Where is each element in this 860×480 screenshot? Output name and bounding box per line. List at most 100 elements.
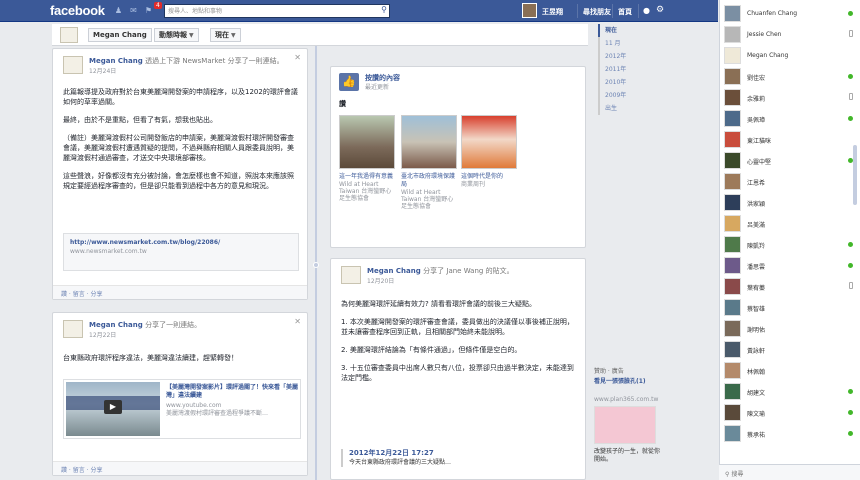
profile-name-button[interactable]: Megan Chang	[88, 28, 152, 42]
post-author-name[interactable]: Megan Chang	[367, 267, 421, 275]
post-timestamp[interactable]: 12月24日	[89, 66, 116, 75]
friend-requests-icon[interactable]: ♟	[114, 6, 123, 15]
chat-friend-row[interactable]: 林佩翰	[720, 360, 860, 382]
play-icon[interactable]: ▶	[104, 400, 122, 414]
avatar	[724, 404, 741, 421]
liked-page-name[interactable]: 臺北市政府環境保護局	[401, 173, 457, 189]
liked-page-image[interactable]	[401, 115, 457, 169]
chat-friend-name: 陳文瑜	[747, 411, 766, 418]
chat-friend-row[interactable]: 江恩希	[720, 171, 860, 193]
liked-page-name[interactable]: 這個時代是你的	[461, 173, 517, 181]
avatar	[724, 257, 741, 274]
chat-friend-row[interactable]: 陳凱羚	[720, 234, 860, 256]
post-author-avatar[interactable]	[341, 266, 361, 284]
chat-friend-row[interactable]: 余雅莉	[720, 87, 860, 109]
post-actions[interactable]: 讚 · 留言 · 分享	[53, 461, 307, 475]
profile-thumbnail[interactable]	[60, 27, 78, 43]
chat-friend-row[interactable]: Jessie Chen	[720, 24, 860, 46]
liked-page-image[interactable]	[461, 115, 517, 169]
ad-image[interactable]	[594, 406, 656, 444]
liked-page-image[interactable]	[339, 115, 395, 169]
chat-friend-row[interactable]: 胡建文	[720, 381, 860, 403]
chat-friend-row[interactable]: 蔡承祐	[720, 423, 860, 445]
post-paragraph: 這些聲浪，好像都沒有充分被討論，會怎麼樣也會不知道，照說本來應該照規定要經過程序…	[63, 172, 294, 190]
online-status-icon	[848, 74, 853, 79]
post-author-avatar[interactable]	[63, 56, 83, 74]
post-action-text: 分享了一則連結。	[145, 321, 202, 329]
chat-friend-row[interactable]: 劉佳宏	[720, 66, 860, 88]
ad-host: www.plan365.com.tw	[594, 396, 659, 403]
year-nav-item[interactable]: 11 月	[598, 37, 644, 50]
quote-date[interactable]: 2012年12月22日 17:27	[349, 449, 577, 458]
video-host-name: www.youtube.com	[166, 402, 222, 409]
post-author-name[interactable]: Megan Chang	[89, 321, 143, 329]
post-author-line: Megan Chang 分享了 Jane Wang 的貼文。	[367, 266, 514, 276]
now-dropdown-button[interactable]: 現在 ▼	[210, 28, 241, 42]
video-thumbnail[interactable]: ▶	[66, 382, 160, 436]
find-friends-link[interactable]: 尋找朋友	[583, 7, 611, 17]
chat-scrollbar[interactable]	[853, 145, 857, 205]
chat-friend-row[interactable]: 洪家穎	[720, 192, 860, 214]
home-link[interactable]: 首頁	[618, 7, 632, 17]
avatar	[724, 341, 741, 358]
chat-friend-row[interactable]: 吳佩璋	[720, 108, 860, 130]
year-nav-item[interactable]: 現在	[598, 24, 644, 37]
chat-friend-row[interactable]: 東江貓咪	[720, 129, 860, 151]
year-nav-item[interactable]: 2009年	[598, 89, 644, 102]
profile-link[interactable]: 王昱翔	[542, 7, 563, 17]
search-icon[interactable]: ⚲	[381, 6, 387, 14]
facebook-logo[interactable]: facebook	[50, 3, 105, 18]
chat-friend-row[interactable]: 陳文瑜	[720, 402, 860, 424]
chat-friend-name: 余雅莉	[747, 96, 766, 103]
chat-search-input[interactable]: ⚲ 搜尋	[719, 464, 860, 480]
post-actions[interactable]: 讚 · 留言 · 分享	[53, 285, 307, 299]
post-action-text: 透過上下游 NewsMarket 分享了一則連結。	[145, 57, 284, 65]
avatar	[724, 362, 741, 379]
messages-icon[interactable]: ✉	[129, 6, 138, 15]
liked-page-item[interactable]: 這個時代是你的 商業周刊	[461, 115, 517, 188]
chat-friend-row[interactable]: 心靈中堅	[720, 150, 860, 172]
post-timestamp[interactable]: 12月20日	[367, 276, 394, 285]
liked-page-name[interactable]: 這一年我過得有意義	[339, 173, 395, 181]
chat-friend-row[interactable]: 葉宥蓁	[720, 276, 860, 298]
avatar	[724, 383, 741, 400]
year-nav-item[interactable]: 2011年	[598, 63, 644, 76]
close-icon[interactable]: ✕	[294, 53, 301, 62]
search-input[interactable]: 搜尋人、地點和事物 ⚲	[164, 4, 390, 18]
mobile-status-icon	[849, 93, 853, 100]
online-status-icon	[848, 116, 853, 121]
shared-link-box[interactable]: http://www.newsmarket.com.tw/blog/22086/…	[63, 233, 299, 271]
chat-friend-row[interactable]: 黃詠軒	[720, 339, 860, 361]
shared-link-url[interactable]: http://www.newsmarket.com.tw/blog/22086/	[70, 238, 292, 247]
liked-page-item[interactable]: 這一年我過得有意義 Wild at Heart Taiwan 台灣蠻野心足生態協…	[339, 115, 395, 202]
chat-friend-name: Jessie Chen	[747, 31, 782, 38]
ad-title[interactable]: 看見一張張臉孔(1)	[594, 378, 670, 386]
gear-icon[interactable]: ⚙	[656, 5, 664, 15]
likes-card-subtitle: 最近更新	[365, 84, 390, 91]
chat-friend-row[interactable]: 蔡智雄	[720, 297, 860, 319]
chat-friend-row[interactable]: 潘思雲	[720, 255, 860, 277]
user-avatar[interactable]	[522, 3, 537, 18]
shared-post-quote[interactable]: 2012年12月22日 17:27 今天台東縣政府環評會議的三大疑點…	[341, 449, 577, 467]
year-nav-item[interactable]: 出生	[598, 102, 644, 115]
notifications-icon[interactable]: ⚑	[144, 6, 153, 15]
close-icon[interactable]: ✕	[294, 317, 301, 326]
avatar	[724, 110, 741, 127]
chat-friend-row[interactable]: Megan Chang	[720, 45, 860, 67]
chat-friend-row[interactable]: 呂美滿	[720, 213, 860, 235]
chat-friend-row[interactable]: Chuanfen Chang	[720, 3, 860, 25]
video-title[interactable]: 【美麗灣開發案影片】環評過關了！快來看「美麗灣」違法續建	[166, 384, 302, 400]
year-nav-item[interactable]: 2012年	[598, 50, 644, 63]
year-nav-item[interactable]: 2010年	[598, 76, 644, 89]
post-author-avatar[interactable]	[63, 320, 83, 338]
liked-page-item[interactable]: 臺北市政府環境保護局 Wild at Heart Taiwan 台灣蠻野心足生態…	[401, 115, 457, 210]
chat-friend-row[interactable]: 謝明佑	[720, 318, 860, 340]
timeline-dropdown-button[interactable]: 動態時報 ▼	[154, 28, 199, 42]
privacy-shortcuts-icon[interactable]: ●	[642, 6, 651, 15]
shared-video[interactable]: ▶ 【美麗灣開發案影片】環評過關了！快來看「美麗灣」違法續建 www.youtu…	[63, 379, 301, 439]
shared-link-host: www.newsmarket.com.tw	[70, 248, 147, 255]
post-author-name[interactable]: Megan Chang	[89, 57, 143, 65]
divider	[612, 4, 613, 18]
notifications-count-badge: 4	[154, 2, 162, 9]
post-timestamp[interactable]: 12月22日	[89, 330, 116, 339]
